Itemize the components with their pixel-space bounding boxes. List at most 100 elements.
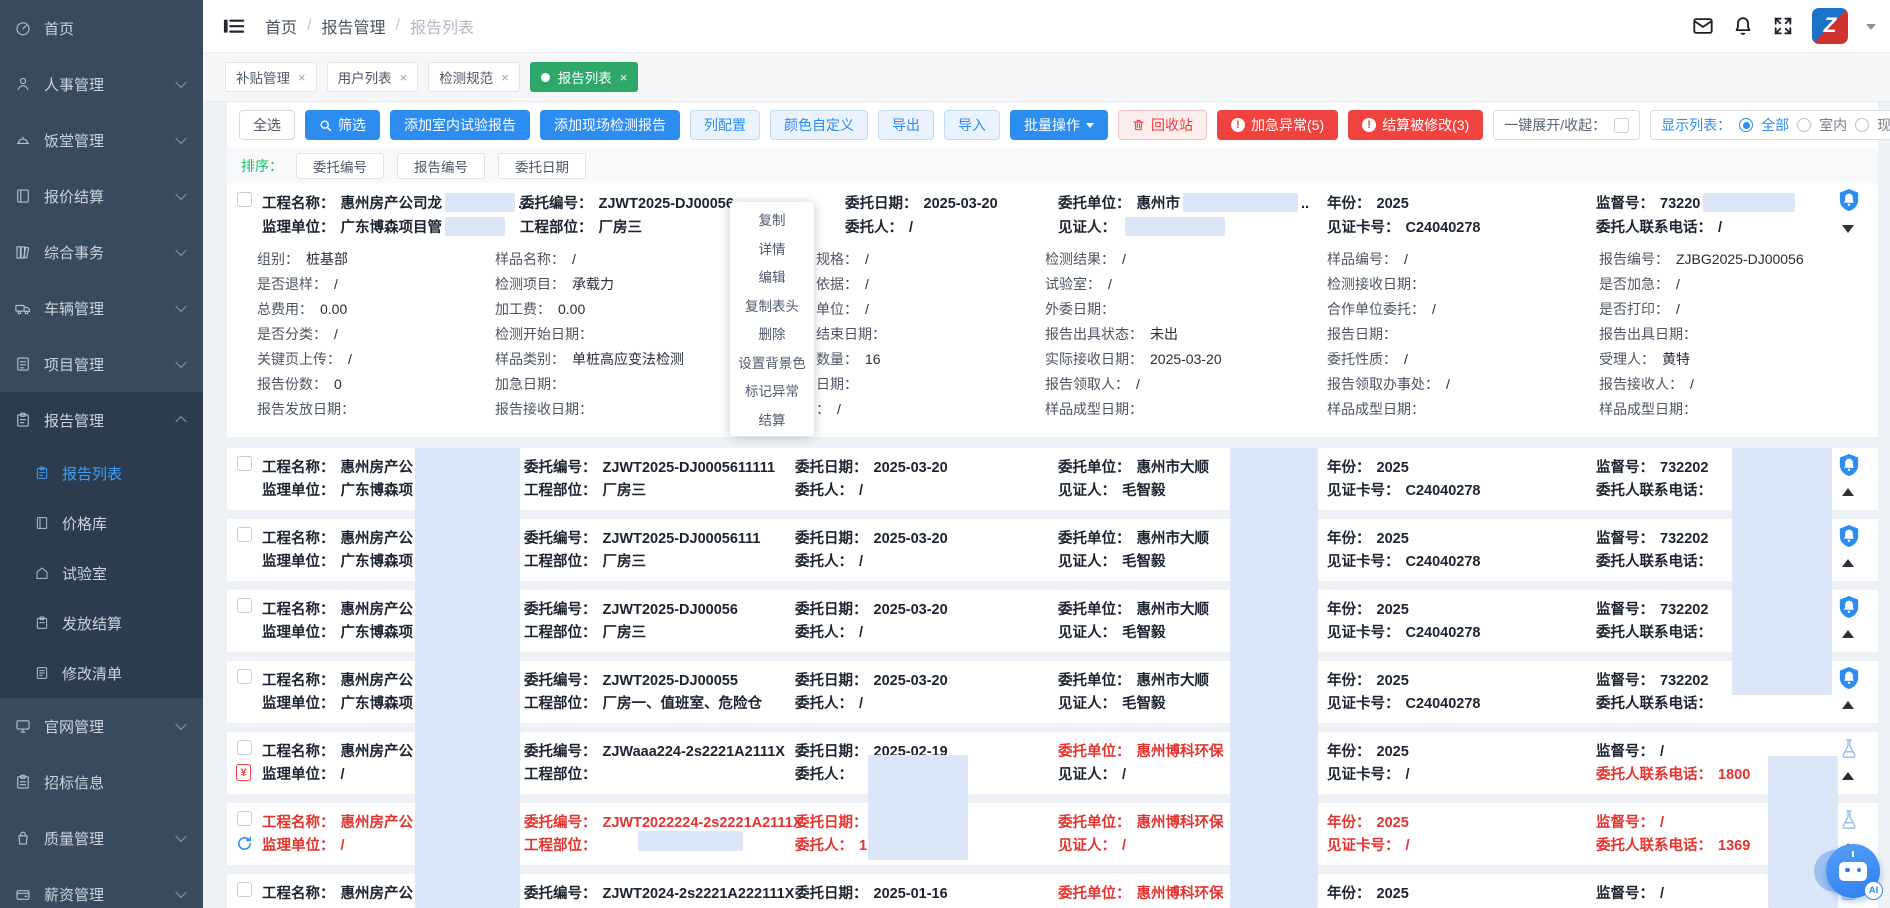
urgent-anomaly-button[interactable]: !加急异常(5): [1217, 110, 1338, 140]
field-value: 毛智毅: [1122, 554, 1166, 570]
tab-用户列表[interactable]: 用户列表×: [327, 62, 419, 92]
redaction-blur: [445, 193, 515, 212]
field-label: 见证卡号：: [1327, 838, 1400, 854]
tab-close-icon[interactable]: ×: [298, 70, 306, 85]
field-value: /: [1406, 767, 1410, 783]
sidebar-item-饭堂管理[interactable]: 饭堂管理: [0, 112, 203, 168]
sidebar-item-报价结算[interactable]: 报价结算: [0, 168, 203, 224]
field-label: 加工费：: [495, 301, 551, 317]
sort-option-报告编号[interactable]: 报告编号: [397, 153, 485, 179]
context-menu-item-标记异常[interactable]: 标记异常: [730, 376, 814, 405]
field-value: 2025-03-20: [924, 196, 998, 212]
sidebar-item-车辆管理[interactable]: 车辆管理: [0, 280, 203, 336]
color-custom-button[interactable]: 颜色自定义: [770, 110, 868, 140]
field-label: 报告日期：: [1327, 326, 1397, 342]
column-config-button[interactable]: 列配置: [690, 110, 760, 140]
app-logo[interactable]: Z: [1812, 8, 1848, 44]
sidebar-item-官网管理[interactable]: 官网管理: [0, 698, 203, 754]
field-label: 工程名称：: [262, 815, 335, 831]
detail-field: 报告领取办事处：/: [1327, 374, 1450, 399]
sidebar-item-试验室[interactable]: 试验室: [0, 548, 203, 598]
context-menu-item-详情[interactable]: 详情: [730, 234, 814, 263]
field-label: 工程部位：: [524, 696, 597, 712]
sidebar-item-价格库[interactable]: 价格库: [0, 498, 203, 548]
expand-caret-icon[interactable]: [1842, 488, 1854, 496]
context-menu-item-编辑[interactable]: 编辑: [730, 262, 814, 291]
expand-toggle-group: 一键展开/收起：: [1493, 110, 1640, 140]
tab-补贴管理[interactable]: 补贴管理×: [225, 62, 317, 92]
row-field: 监督号：732202: [1596, 669, 1708, 690]
sidebar-item-项目管理[interactable]: 项目管理: [0, 336, 203, 392]
expand-caret-icon[interactable]: [1842, 701, 1854, 709]
filter-button[interactable]: 筛选: [305, 110, 380, 140]
settle-modified-button[interactable]: !结算被修改(3): [1348, 110, 1483, 140]
context-menu-item-复制[interactable]: 复制: [730, 205, 814, 234]
breadcrumb-item[interactable]: 报告管理: [321, 14, 385, 38]
ai-assistant-button[interactable]: AI: [1824, 844, 1880, 900]
expand-caret-icon[interactable]: [1842, 630, 1854, 638]
select-all-button[interactable]: 全选: [239, 110, 295, 140]
add-indoor-report-button[interactable]: 添加室内试验报告: [390, 110, 530, 140]
field-value: 惠州博科环保: [1137, 815, 1224, 831]
expand-caret-icon[interactable]: [1842, 225, 1854, 233]
sidebar-item-发放结算[interactable]: 发放结算: [0, 598, 203, 648]
row-l1: 工程名称：惠州房产公司龙....委托编号：ZJWT2025-DJ00056委托日…: [227, 192, 1878, 212]
sort-option-委托编号[interactable]: 委托编号: [296, 153, 384, 179]
radio-室内[interactable]: [1797, 118, 1811, 132]
sidebar-item-报告管理[interactable]: 报告管理: [0, 392, 203, 448]
detail-field: 是否分类：/: [257, 324, 362, 349]
collapse-menu-icon[interactable]: [223, 17, 245, 35]
tab-报告列表[interactable]: 报告列表×: [530, 62, 639, 92]
batch-operate-button[interactable]: 批量操作: [1010, 110, 1108, 140]
tab-close-icon[interactable]: ×: [400, 70, 408, 85]
field-label: 监督号：: [1596, 196, 1654, 212]
tab-检测规范[interactable]: 检测规范×: [428, 62, 520, 92]
mail-icon[interactable]: [1692, 15, 1714, 37]
field-label: 外委日期：: [1045, 301, 1115, 317]
sidebar-item-招标信息[interactable]: 招标信息: [0, 754, 203, 810]
sort-option-委托日期[interactable]: 委托日期: [498, 153, 586, 179]
row-field: 工程名称：惠州房产公司龙....: [262, 192, 534, 213]
field-label: 监督号：: [1596, 815, 1654, 831]
context-menu-item-复制表头[interactable]: 复制表头: [730, 291, 814, 320]
expand-caret-icon[interactable]: [1842, 559, 1854, 567]
row-field: 监督号：/: [1596, 882, 1664, 903]
context-menu-item-设置背景色[interactable]: 设置背景色: [730, 348, 814, 377]
import-button[interactable]: 导入: [944, 110, 1000, 140]
radio-全部[interactable]: [1739, 118, 1753, 132]
expand-toggle-checkbox[interactable]: [1614, 118, 1629, 133]
detail-field: 样品成型日期：: [1599, 399, 1804, 424]
sidebar-item-报告列表[interactable]: 报告列表: [0, 448, 203, 498]
fullscreen-icon[interactable]: [1772, 15, 1794, 37]
sidebar-item-质量管理[interactable]: 质量管理: [0, 810, 203, 866]
sidebar-item-薪资管理[interactable]: 薪资管理: [0, 866, 203, 908]
export-button[interactable]: 导出: [878, 110, 934, 140]
sidebar-item-人事管理[interactable]: 人事管理: [0, 56, 203, 112]
sidebar-item-首页[interactable]: 首页: [0, 0, 203, 56]
sidebar-item-修改清单[interactable]: 修改清单: [0, 648, 203, 698]
breadcrumb-item[interactable]: 报告列表: [410, 14, 474, 38]
row-field: 见证人：/: [1058, 763, 1126, 784]
chevron-down-icon: [175, 301, 186, 312]
context-menu-item-删除[interactable]: 删除: [730, 319, 814, 348]
radio-label[interactable]: 现场: [1877, 115, 1890, 135]
row-field: 监督号：732202: [1596, 456, 1708, 477]
tab-close-icon[interactable]: ×: [620, 70, 628, 85]
radio-现场[interactable]: [1855, 118, 1869, 132]
field-value: 1369: [1718, 838, 1750, 854]
detail-field: 实际接收日期：2025-03-20: [1045, 349, 1222, 374]
context-menu-item-结算[interactable]: 结算: [730, 405, 814, 434]
breadcrumb-item[interactable]: 首页: [265, 14, 297, 38]
expand-caret-icon[interactable]: [1842, 772, 1854, 780]
row-field: 委托日期：2025-01-16: [795, 882, 948, 903]
add-field-report-button[interactable]: 添加现场检测报告: [540, 110, 680, 140]
sidebar-item-综合事务[interactable]: 综合事务: [0, 224, 203, 280]
tab-close-icon[interactable]: ×: [501, 70, 509, 85]
user-menu-caret-icon[interactable]: [1866, 24, 1876, 35]
field-value: ZJWT2025-DJ00056111: [603, 531, 761, 547]
report-row[interactable]: 工程名称：惠州房产公司龙....委托编号：ZJWT2025-DJ00056委托日…: [227, 183, 1878, 437]
radio-label[interactable]: 全部: [1761, 115, 1789, 135]
bell-icon[interactable]: [1732, 15, 1754, 37]
recycle-bin-button[interactable]: 回收站: [1118, 110, 1207, 140]
radio-label[interactable]: 室内: [1819, 115, 1847, 135]
